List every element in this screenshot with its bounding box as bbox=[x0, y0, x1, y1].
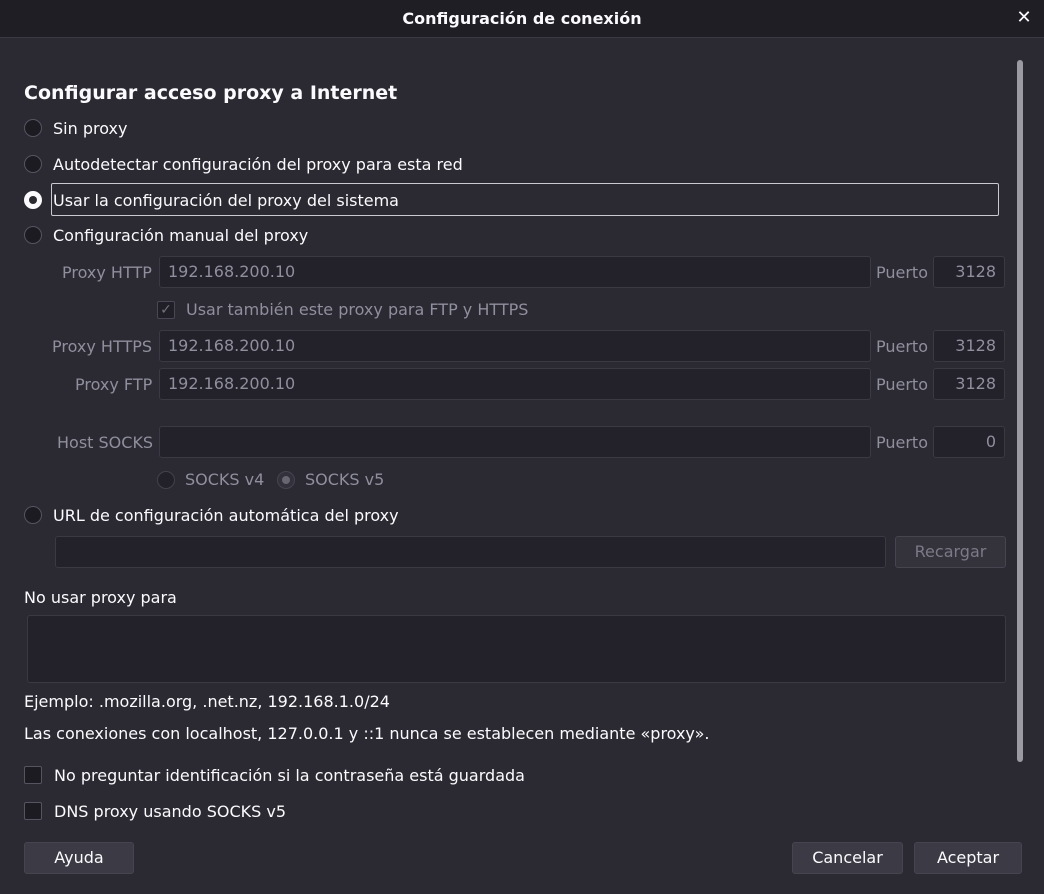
https-port-input[interactable]: 3128 bbox=[933, 330, 1005, 362]
ftp-proxy-label: Proxy FTP bbox=[75, 375, 153, 394]
http-proxy-input[interactable]: 192.168.200.10 bbox=[159, 256, 871, 288]
radio-manual-proxy[interactable] bbox=[24, 226, 42, 244]
dns-socks-checkbox[interactable] bbox=[24, 802, 42, 820]
https-proxy-label: Proxy HTTPS bbox=[52, 337, 153, 356]
http-proxy-label: Proxy HTTP bbox=[62, 263, 152, 282]
auto-url-input[interactable] bbox=[55, 536, 886, 568]
ftp-proxy-input[interactable]: 192.168.200.10 bbox=[159, 368, 871, 400]
section-heading: Configurar acceso proxy a Internet bbox=[24, 82, 398, 104]
radio-auto-url[interactable] bbox=[24, 506, 42, 524]
radio-no-proxy[interactable] bbox=[24, 119, 42, 137]
example-text: Ejemplo: .mozilla.org, .net.nz, 192.168.… bbox=[24, 692, 390, 711]
radio-system-proxy[interactable] bbox=[24, 191, 42, 209]
radio-manual-proxy-label[interactable]: Configuración manual del proxy bbox=[53, 226, 308, 245]
radio-no-proxy-label[interactable]: Sin proxy bbox=[53, 119, 127, 138]
close-icon[interactable]: ✕ bbox=[1014, 7, 1034, 29]
ftp-port-input[interactable]: 3128 bbox=[933, 368, 1005, 400]
radio-system-proxy-label[interactable]: Usar la configuración del proxy del sist… bbox=[53, 191, 399, 210]
https-port-label: Puerto bbox=[876, 337, 928, 356]
socks-port-input[interactable]: 0 bbox=[933, 426, 1005, 458]
socks-host-input[interactable] bbox=[159, 426, 871, 458]
no-proxy-textarea[interactable] bbox=[27, 615, 1006, 683]
radio-auto-detect-label[interactable]: Autodetectar configuración del proxy par… bbox=[53, 155, 463, 174]
title-bar: Configuración de conexión ✕ bbox=[0, 0, 1044, 38]
cancel-button[interactable]: Cancelar bbox=[792, 842, 903, 874]
socks-v4-label: SOCKS v4 bbox=[185, 470, 265, 489]
radio-socks-v5[interactable] bbox=[277, 471, 295, 489]
no-proxy-label: No usar proxy para bbox=[24, 588, 177, 607]
https-proxy-input[interactable]: 192.168.200.10 bbox=[159, 330, 871, 362]
ftp-port-label: Puerto bbox=[876, 375, 928, 394]
help-button[interactable]: Ayuda bbox=[24, 842, 134, 874]
reload-button[interactable]: Recargar bbox=[895, 536, 1006, 568]
no-prompt-auth-checkbox[interactable] bbox=[24, 766, 42, 784]
socks-port-label: Puerto bbox=[876, 433, 928, 452]
also-use-label: Usar también este proxy para FTP y HTTPS bbox=[186, 300, 529, 319]
localhost-note: Las conexiones con localhost, 127.0.0.1 … bbox=[24, 724, 710, 743]
socks-v5-label: SOCKS v5 bbox=[305, 470, 385, 489]
no-prompt-auth-label[interactable]: No preguntar identificación si la contra… bbox=[54, 766, 525, 785]
window-title: Configuración de conexión bbox=[402, 9, 642, 28]
scrollbar[interactable] bbox=[1015, 58, 1025, 840]
http-port-label: Puerto bbox=[876, 263, 928, 282]
radio-auto-url-label[interactable]: URL de configuración automática del prox… bbox=[53, 506, 399, 525]
accept-button[interactable]: Aceptar bbox=[914, 842, 1022, 874]
also-use-checkbox[interactable]: ✓ bbox=[157, 301, 175, 319]
socks-host-label: Host SOCKS bbox=[57, 433, 154, 452]
radio-socks-v4[interactable] bbox=[157, 471, 175, 489]
http-port-input[interactable]: 3128 bbox=[933, 256, 1005, 288]
radio-auto-detect[interactable] bbox=[24, 155, 42, 173]
dns-socks-label[interactable]: DNS proxy usando SOCKS v5 bbox=[54, 802, 286, 821]
scrollbar-thumb[interactable] bbox=[1017, 60, 1023, 762]
